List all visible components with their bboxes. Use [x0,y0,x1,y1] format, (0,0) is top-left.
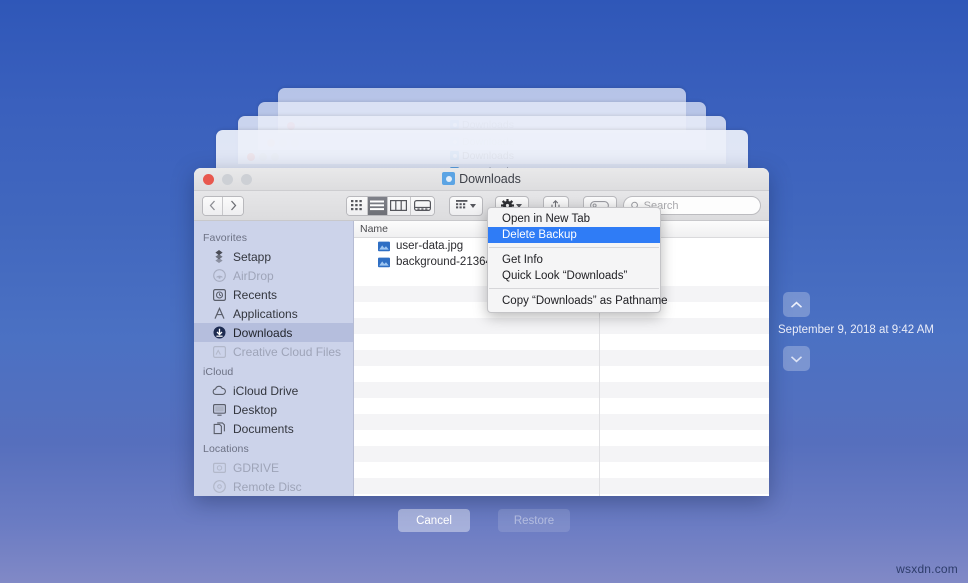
view-mode-group[interactable] [346,196,434,216]
list-view-button[interactable] [368,197,388,215]
cancel-button[interactable]: Cancel [398,509,470,532]
cloud-icon [212,384,226,398]
finder-toolbar [194,191,769,221]
applications-icon [212,307,226,321]
finder-body: Favorites Setapp [194,221,769,496]
chevron-up-icon [790,301,803,309]
sidebar-item-airdrop[interactable]: AirDrop [194,266,353,285]
sidebar-item-label: AirDrop [233,269,274,283]
menu-item-get-info[interactable]: Get Info [488,252,660,268]
table-row-empty[interactable] [354,350,769,366]
documents-icon [212,422,226,436]
sidebar-section-favorites: Favorites [194,227,353,247]
timeline-previous-button[interactable] [783,292,810,317]
desktop-icon [212,403,226,417]
sidebar-item-applications[interactable]: Applications [194,304,353,323]
group-by-icon [456,200,468,211]
drive-icon [212,461,226,475]
disc-icon [212,480,226,494]
window-titlebar: Downloads [194,168,769,191]
folder-blue-icon [442,172,455,185]
table-row-empty[interactable] [354,446,769,462]
setapp-icon [212,250,226,264]
sidebar-item-creative-cloud-files[interactable]: Creative Cloud Files [194,342,353,361]
sidebar-item-label: Downloads [233,326,292,340]
menu-item-open-in-new-tab[interactable]: Open in New Tab [488,211,660,227]
sidebar-item-label: Remote Disc [233,480,302,494]
chevron-left-icon [209,200,216,211]
column-view-icon [390,200,407,211]
context-menu[interactable]: Open in New Tab Delete Backup Get Info Q… [487,207,661,313]
table-row-empty[interactable] [354,462,769,478]
back-button[interactable] [203,197,223,215]
table-row-empty[interactable] [354,366,769,382]
gallery-view-icon [414,200,431,211]
watermark: wsxdn.com [896,562,958,576]
table-row-empty[interactable] [354,318,769,334]
action-button-bar: Cancel Restore [0,509,968,532]
file-name: user-data.jpg [396,240,463,252]
time-machine-desktop: Downloads Downloads Downloads Downloads [0,0,968,583]
icon-view-icon [351,200,364,211]
sidebar-section-icloud: iCloud [194,361,353,381]
sidebar-item-setapp[interactable]: Setapp [194,247,353,266]
downloads-arrow-icon [212,326,226,340]
table-row-empty[interactable] [354,430,769,446]
menu-item-quick-look[interactable]: Quick Look “Downloads” [488,268,660,284]
sidebar-item-label: GDRIVE [233,461,279,475]
icon-view-button[interactable] [347,197,367,215]
sidebar-item-downloads[interactable]: Downloads [194,323,353,342]
sidebar-item-label: Creative Cloud Files [233,345,341,359]
image-file-icon [378,241,390,252]
sidebar-item-icloud-drive[interactable]: iCloud Drive [194,381,353,400]
column-view-button[interactable] [388,197,411,215]
gallery-view-button[interactable] [411,197,434,215]
menu-separator [489,247,659,248]
navigation-buttons[interactable] [202,196,244,216]
sidebar-item-remote-disc[interactable]: Remote Disc [194,477,353,496]
sidebar-item-desktop[interactable]: Desktop [194,400,353,419]
sidebar-item-label: Setapp [233,250,271,264]
sidebar-item-label: Documents [233,422,294,436]
table-row-empty[interactable] [354,334,769,350]
menu-item-delete-backup[interactable]: Delete Backup [488,227,660,243]
sidebar-item-label: iCloud Drive [233,384,298,398]
chevron-down-icon [470,204,476,208]
image-file-icon [378,257,390,268]
chevron-right-icon [230,200,237,211]
table-row-empty[interactable] [354,478,769,494]
table-row-empty[interactable] [354,414,769,430]
table-row-empty[interactable] [354,398,769,414]
list-view-icon [370,200,384,211]
sidebar-item-label: Recents [233,288,277,302]
window-title: Downloads [194,172,769,186]
chevron-down-icon [790,355,803,363]
column-header-name[interactable]: Name [360,223,388,235]
timeline-next-button[interactable] [783,346,810,371]
finder-sidebar[interactable]: Favorites Setapp [194,221,354,496]
table-row-empty[interactable] [354,494,769,496]
sidebar-section-locations: Locations [194,438,353,458]
creative-cloud-icon [212,345,226,359]
sidebar-item-gdrive[interactable]: GDRIVE [194,458,353,477]
restore-button[interactable]: Restore [498,509,570,532]
group-by-button[interactable] [449,196,483,216]
sidebar-item-label: Desktop [233,403,277,417]
sidebar-item-documents[interactable]: Documents [194,419,353,438]
airdrop-icon [212,269,226,283]
table-row-empty[interactable] [354,382,769,398]
finder-window[interactable]: Downloads [194,168,769,496]
sidebar-item-label: Applications [233,307,298,321]
recents-clock-icon [212,288,226,302]
timeline-date-label: September 9, 2018 at 9:42 AM [756,324,956,336]
menu-item-copy-as-pathname[interactable]: Copy “Downloads” as Pathname [488,293,660,309]
forward-button[interactable] [223,197,243,215]
menu-separator [489,288,659,289]
sidebar-item-recents[interactable]: Recents [194,285,353,304]
